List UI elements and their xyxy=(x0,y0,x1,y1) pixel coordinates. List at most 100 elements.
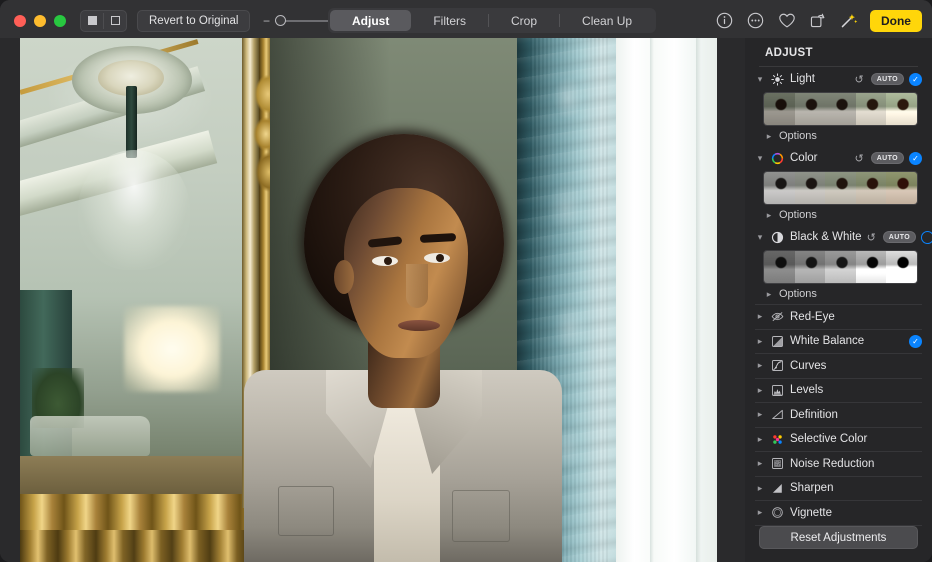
chevron-right-icon[interactable]: ▸ xyxy=(755,434,765,445)
chevron-down-icon[interactable]: ▾ xyxy=(755,232,765,243)
split-view-button[interactable] xyxy=(104,11,126,31)
color-header[interactable]: ▾ Color ↺ AUTO ✓ xyxy=(745,146,932,170)
sidebar-item-definition[interactable]: ▸ Definition xyxy=(745,403,932,427)
toolbar: Revert to Original − + Adjust Filters Cr… xyxy=(0,0,932,41)
adjust-sidebar: ADJUST ▾ Light ↺ AUTO ✓ ▸ xyxy=(745,38,932,562)
selective-color-icon xyxy=(770,432,785,447)
filled-square-icon xyxy=(88,16,97,25)
sidebar-item-levels[interactable]: ▸ Levels xyxy=(745,379,932,403)
reset-adjustments-button[interactable]: Reset Adjustments xyxy=(759,526,918,549)
tab-adjust[interactable]: Adjust xyxy=(330,10,411,31)
black-and-white-auto-button[interactable]: AUTO xyxy=(883,231,916,243)
chevron-right-icon[interactable]: ▸ xyxy=(765,210,773,221)
black-and-white-options-row[interactable]: ▸ Options xyxy=(745,284,932,304)
photo-chandelier xyxy=(78,150,190,270)
minimize-window-button[interactable] xyxy=(34,15,46,27)
bw-thumb-5[interactable] xyxy=(886,251,917,283)
single-view-button[interactable] xyxy=(81,11,103,31)
color-thumb-5[interactable] xyxy=(886,172,917,204)
photo-subject xyxy=(216,134,576,562)
color-thumbnail-strip[interactable] xyxy=(763,171,918,205)
info-icon[interactable] xyxy=(715,11,735,31)
black-and-white-thumbnail-strip[interactable] xyxy=(763,250,918,284)
portrait-photo[interactable] xyxy=(20,38,717,562)
light-thumb-1[interactable] xyxy=(764,93,795,125)
sidebar-item-noise-reduction[interactable]: ▸ Noise Reduction xyxy=(745,452,932,476)
rotate-icon[interactable] xyxy=(808,11,828,31)
chevron-right-icon[interactable]: ▸ xyxy=(755,360,765,371)
bw-thumb-3[interactable] xyxy=(825,251,856,283)
tab-filters[interactable]: Filters xyxy=(411,10,488,31)
black-and-white-enable-checkbox[interactable] xyxy=(921,231,932,244)
chevron-right-icon[interactable]: ▸ xyxy=(755,483,765,494)
photo-canvas[interactable] xyxy=(0,38,745,562)
revert-to-original-button[interactable]: Revert to Original xyxy=(137,10,250,32)
color-thumb-1[interactable] xyxy=(764,172,795,204)
done-button[interactable]: Done xyxy=(870,10,922,32)
close-window-button[interactable] xyxy=(14,15,26,27)
outline-square-icon xyxy=(111,16,120,25)
zoom-slider-track[interactable] xyxy=(275,14,335,28)
sidebar-item-red-eye[interactable]: ▸ Red-Eye xyxy=(745,305,932,329)
toolbar-actions: Done xyxy=(715,10,922,32)
reset-adjustments-area: Reset Adjustments xyxy=(745,526,932,562)
bw-thumb-2[interactable] xyxy=(795,251,826,283)
sidebar-item-sharpen[interactable]: ▸ Sharpen xyxy=(745,477,932,501)
magic-wand-icon[interactable] xyxy=(839,11,859,31)
zoom-window-button[interactable] xyxy=(54,15,66,27)
light-enable-checkbox[interactable]: ✓ xyxy=(909,73,922,86)
chevron-right-icon[interactable]: ▸ xyxy=(755,336,765,347)
chevron-down-icon[interactable]: ▾ xyxy=(755,153,765,164)
color-options-label: Options xyxy=(779,209,817,221)
black-and-white-label: Black & White xyxy=(790,231,862,243)
page-title: ADJUST xyxy=(745,38,932,66)
white-balance-enable-checkbox[interactable]: ✓ xyxy=(909,335,922,348)
color-thumb-4[interactable] xyxy=(856,172,887,204)
light-thumb-3[interactable] xyxy=(825,93,856,125)
color-options-row[interactable]: ▸ Options xyxy=(745,205,932,225)
adjustment-group-color: ▾ Color ↺ AUTO ✓ xyxy=(745,146,932,225)
black-and-white-header[interactable]: ▾ Black & White ↺ AUTO xyxy=(745,225,932,249)
tab-crop[interactable]: Crop xyxy=(489,10,559,31)
more-options-icon[interactable] xyxy=(746,11,766,31)
sidebar-item-vignette[interactable]: ▸ Vignette xyxy=(745,501,932,525)
chevron-right-icon[interactable]: ▸ xyxy=(755,311,765,322)
sidebar-item-white-balance[interactable]: ▸ White Balance ✓ xyxy=(745,330,932,354)
light-auto-button[interactable]: AUTO xyxy=(871,73,904,85)
sidebar-item-selective-color[interactable]: ▸ Selective Color xyxy=(745,428,932,452)
sidebar-item-curves[interactable]: ▸ Curves xyxy=(745,354,932,378)
chevron-right-icon[interactable]: ▸ xyxy=(755,458,765,469)
color-thumb-2[interactable] xyxy=(795,172,826,204)
color-reset-icon[interactable]: ↺ xyxy=(854,152,863,165)
bw-thumb-1[interactable] xyxy=(764,251,795,283)
light-header[interactable]: ▾ Light ↺ AUTO ✓ xyxy=(745,67,932,91)
light-options-label: Options xyxy=(779,130,817,142)
color-enable-checkbox[interactable]: ✓ xyxy=(909,152,922,165)
chevron-right-icon[interactable]: ▸ xyxy=(765,289,773,300)
color-label: Color xyxy=(790,152,849,164)
chevron-right-icon[interactable]: ▸ xyxy=(765,131,773,142)
light-thumb-2[interactable] xyxy=(795,93,826,125)
chevron-right-icon[interactable]: ▸ xyxy=(755,409,765,420)
editor-mode-tabs[interactable]: Adjust Filters Crop Clean Up xyxy=(328,8,656,33)
zoom-out-icon[interactable]: − xyxy=(262,15,270,27)
tab-clean-up[interactable]: Clean Up xyxy=(560,10,654,31)
light-thumb-4[interactable] xyxy=(856,93,887,125)
view-mode-toggle[interactable] xyxy=(80,10,127,32)
light-options-row[interactable]: ▸ Options xyxy=(745,126,932,146)
black-and-white-reset-icon[interactable]: ↺ xyxy=(867,231,876,244)
color-auto-button[interactable]: AUTO xyxy=(871,152,904,164)
color-thumb-3[interactable] xyxy=(825,172,856,204)
light-reset-icon[interactable]: ↺ xyxy=(854,73,863,86)
favorite-heart-icon[interactable] xyxy=(777,11,797,31)
light-label: Light xyxy=(790,73,849,85)
photo-subject-pocket-left xyxy=(278,486,334,536)
zoom-slider-knob[interactable] xyxy=(275,15,286,26)
chevron-right-icon[interactable]: ▸ xyxy=(755,507,765,518)
chevron-down-icon[interactable]: ▾ xyxy=(755,74,765,85)
chevron-right-icon[interactable]: ▸ xyxy=(755,385,765,396)
bw-thumb-4[interactable] xyxy=(856,251,887,283)
light-thumb-5[interactable] xyxy=(886,93,917,125)
revert-label: Revert to Original xyxy=(149,15,238,27)
light-thumbnail-strip[interactable] xyxy=(763,92,918,126)
